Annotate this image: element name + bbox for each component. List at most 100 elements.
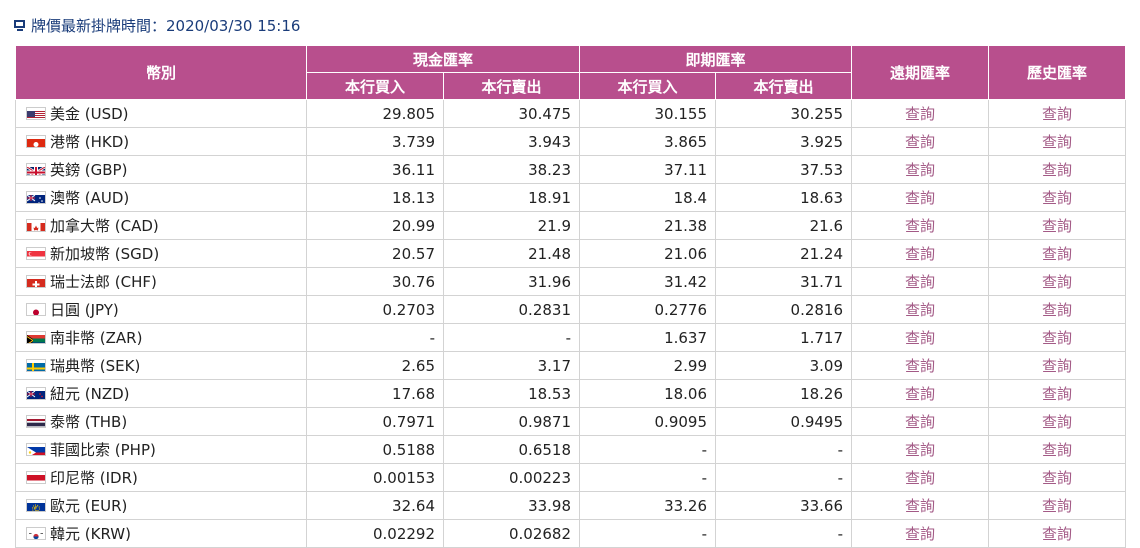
history-query-link[interactable]: 查詢	[1042, 217, 1072, 235]
forward-cell: 查詢	[851, 239, 990, 268]
za-flag-icon	[26, 331, 46, 344]
table-row: 美金 (USD) 29.805 30.475 30.155 30.255 查詢 查詢	[15, 99, 1127, 128]
header-spot-sell: 本行賣出	[715, 72, 853, 100]
header-cash-sell: 本行賣出	[442, 72, 581, 100]
table-row: 紐元 (NZD) 17.68 18.53 18.06 18.26 查詢 查詢	[15, 379, 1127, 408]
spot-buy-cell: 30.155	[579, 99, 717, 128]
spot-buy-cell: 18.06	[579, 379, 717, 408]
history-cell: 查詢	[988, 435, 1127, 464]
header-currency: 幣別	[15, 45, 307, 100]
forward-query-link[interactable]: 查詢	[905, 217, 935, 235]
currency-cell: 韓元 (KRW)	[15, 519, 307, 548]
spot-sell-cell: -	[715, 463, 853, 492]
history-cell: 查詢	[988, 267, 1127, 296]
forward-cell: 查詢	[851, 379, 990, 408]
cash-sell-cell: 30.475	[442, 99, 581, 128]
table-row: 南非幣 (ZAR) - -1.637 1.717 查詢 查詢	[15, 323, 1127, 352]
cash-sell-cell: 38.23	[442, 155, 581, 184]
cash-buy-cell: -	[306, 323, 444, 352]
history-query-link[interactable]: 查詢	[1042, 161, 1072, 179]
forward-query-link[interactable]: 查詢	[905, 497, 935, 515]
history-query-link[interactable]: 查詢	[1042, 245, 1072, 263]
cash-sell-cell: 3.943	[442, 127, 581, 156]
history-cell: 查詢	[988, 211, 1127, 240]
forward-query-link[interactable]: 查詢	[905, 301, 935, 319]
forward-cell: 查詢	[851, 127, 990, 156]
monitor-icon	[14, 19, 27, 32]
spot-buy-cell: 3.865	[579, 127, 717, 156]
header-cash-rate: 現金匯率	[305, 45, 581, 73]
spot-buy-cell: 0.2776	[579, 295, 717, 324]
cash-buy-cell: 0.5188	[306, 435, 444, 464]
history-query-link[interactable]: 查詢	[1042, 525, 1072, 543]
forward-query-link[interactable]: 查詢	[905, 441, 935, 459]
spot-sell-cell: 3.925	[715, 127, 853, 156]
spot-buy-cell: 33.26	[579, 491, 717, 520]
table-row: 澳幣 (AUD) 18.13 18.91 18.4 18.63 查詢 查詢	[15, 183, 1127, 212]
header-cash-buy: 本行買入	[306, 72, 444, 100]
eu-flag-icon: €	[26, 499, 46, 512]
forward-query-link[interactable]: 查詢	[905, 357, 935, 375]
currency-cell: 加拿大幣 (CAD)	[15, 211, 307, 240]
cash-sell-cell: 33.98	[442, 491, 581, 520]
spot-buy-cell: 21.38	[579, 211, 717, 240]
history-query-link[interactable]: 查詢	[1042, 329, 1072, 347]
forward-cell: 查詢	[851, 183, 990, 212]
spot-buy-cell: -	[579, 463, 717, 492]
history-query-link[interactable]: 查詢	[1042, 413, 1072, 431]
spot-sell-cell: 33.66	[715, 491, 853, 520]
spot-buy-cell: 31.42	[579, 267, 717, 296]
history-query-link[interactable]: 查詢	[1042, 133, 1072, 151]
currency-cell: 紐元 (NZD)	[15, 379, 307, 408]
cash-sell-cell: 3.17	[442, 351, 581, 380]
nz-flag-icon	[26, 387, 46, 400]
forward-query-link[interactable]: 查詢	[905, 245, 935, 263]
cash-sell-cell: -	[442, 323, 581, 352]
header-spot-buy: 本行買入	[579, 72, 717, 100]
jp-flag-icon	[26, 303, 46, 316]
cash-buy-cell: 0.02292	[306, 519, 444, 548]
forward-query-link[interactable]: 查詢	[905, 161, 935, 179]
cash-buy-cell: 18.13	[306, 183, 444, 212]
cash-sell-cell: 0.6518	[442, 435, 581, 464]
forward-query-link[interactable]: 查詢	[905, 273, 935, 291]
history-query-link[interactable]: 查詢	[1042, 385, 1072, 403]
currency-cell: 英鎊 (GBP)	[15, 155, 307, 184]
currency-name: 南非幣 (ZAR)	[50, 329, 143, 347]
cash-buy-cell: 32.64	[306, 491, 444, 520]
forward-query-link[interactable]: 查詢	[905, 105, 935, 123]
forward-query-link[interactable]: 查詢	[905, 329, 935, 347]
cash-buy-cell: 0.00153	[306, 463, 444, 492]
forward-query-link[interactable]: 查詢	[905, 525, 935, 543]
history-query-link[interactable]: 查詢	[1042, 301, 1072, 319]
au-flag-icon	[26, 191, 46, 204]
svg-text:€: €	[34, 505, 38, 512]
forward-query-link[interactable]: 查詢	[905, 385, 935, 403]
forward-cell: 查詢	[851, 99, 990, 128]
forward-cell: 查詢	[851, 267, 990, 296]
history-query-link[interactable]: 查詢	[1042, 105, 1072, 123]
spot-sell-cell: 21.6	[715, 211, 853, 240]
history-query-link[interactable]: 查詢	[1042, 273, 1072, 291]
history-query-link[interactable]: 查詢	[1042, 469, 1072, 487]
id-flag-icon	[26, 471, 46, 484]
currency-cell: 南非幣 (ZAR)	[15, 323, 307, 352]
cash-buy-cell: 0.7971	[306, 407, 444, 436]
table-row: 港幣 (HKD) 3.739 3.943 3.865 3.925 查詢 查詢	[15, 127, 1127, 156]
history-query-link[interactable]: 查詢	[1042, 441, 1072, 459]
forward-query-link[interactable]: 查詢	[905, 469, 935, 487]
spot-sell-cell: 0.9495	[715, 407, 853, 436]
forward-cell: 查詢	[851, 519, 990, 548]
currency-cell: 新加坡幣 (SGD)	[15, 239, 307, 268]
cash-sell-cell: 0.2831	[442, 295, 581, 324]
history-query-link[interactable]: 查詢	[1042, 357, 1072, 375]
spot-buy-cell: 2.99	[579, 351, 717, 380]
forward-query-link[interactable]: 查詢	[905, 413, 935, 431]
history-query-link[interactable]: 查詢	[1042, 497, 1072, 515]
history-cell: 查詢	[988, 519, 1127, 548]
history-query-link[interactable]: 查詢	[1042, 189, 1072, 207]
history-cell: 查詢	[988, 407, 1127, 436]
header-forward-rate: 遠期匯率	[851, 45, 990, 100]
forward-query-link[interactable]: 查詢	[905, 189, 935, 207]
forward-query-link[interactable]: 查詢	[905, 133, 935, 151]
